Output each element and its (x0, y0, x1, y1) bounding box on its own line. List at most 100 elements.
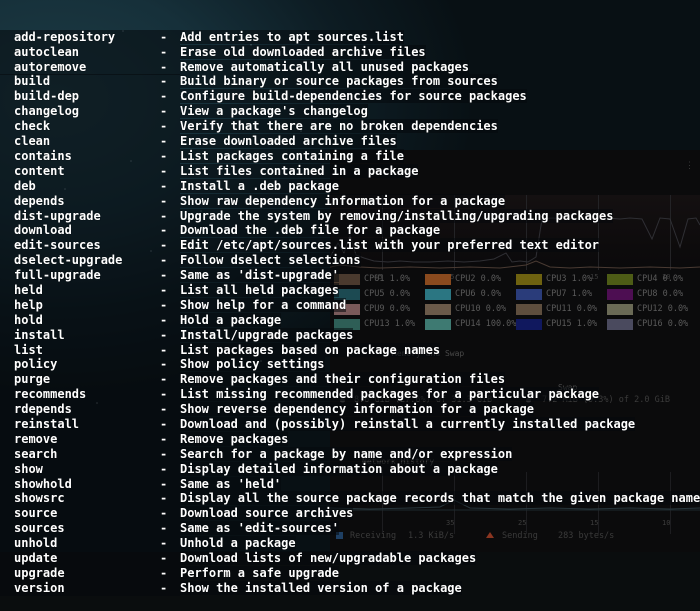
apt-command-description: Install a .deb package (180, 178, 339, 193)
terminal-line: autoremove - Remove automatically all unu… (0, 59, 700, 75)
apt-command-name: showsrc (0, 491, 160, 507)
apt-command-description: Download the .deb file for a package (180, 223, 441, 238)
apt-command-name: held (0, 282, 160, 298)
apt-command-description: Unhold a package (180, 536, 296, 551)
apt-command-description: Show policy settings (180, 357, 325, 372)
apt-command-description: Follow dselect selections (180, 253, 361, 268)
apt-command-description: Configure build-dependencies for source … (180, 89, 527, 104)
apt-command-name: download (0, 223, 160, 239)
apt-command-description: Display detailed information about a pac… (180, 461, 498, 476)
apt-command-description: Show reverse dependency information for … (180, 402, 535, 417)
separator-dash: - (160, 372, 180, 388)
separator-dash: - (160, 446, 180, 462)
apt-command-description: Display all the source package records t… (180, 491, 700, 506)
apt-command-name: update (0, 550, 160, 566)
apt-command-description: Show raw dependency information for a pa… (180, 193, 506, 208)
terminal-line: source - Download source archives (0, 506, 700, 522)
apt-command-description: Perform a safe upgrade (180, 565, 339, 580)
separator-dash: - (160, 89, 180, 105)
separator-dash: - (160, 238, 180, 254)
terminal-line: download - Download the .deb file for a p… (0, 223, 700, 239)
apt-command-description: Show the installed version of a package (180, 580, 462, 595)
apt-command-name: add-repository (0, 29, 160, 45)
terminal-command-list: add-repository - Add entries to apt sourc… (0, 29, 700, 596)
apt-command-name: depends (0, 193, 160, 209)
terminal-line: full-upgrade - Same as 'dist-upgrade' (0, 268, 700, 283)
separator-dash: - (160, 268, 180, 283)
apt-command-name: reinstall (0, 416, 160, 432)
apt-command-name: build-dep (0, 89, 160, 105)
apt-command-description: Remove automatically all unused packages (180, 59, 469, 74)
terminal-line: help - Show help for a command (0, 297, 700, 313)
separator-dash: - (160, 521, 180, 537)
apt-command-description: Hold a package (180, 312, 282, 327)
terminal-line: purge - Remove packages and their configu… (0, 372, 700, 388)
terminal-line: depends - Show raw dependency information… (0, 193, 700, 209)
terminal-line: reinstall - Download and (possibly) reins… (0, 416, 700, 432)
separator-dash: - (160, 29, 180, 45)
terminal-line: update - Download lists of new/upgradable… (0, 550, 700, 566)
separator-dash: - (160, 387, 180, 403)
terminal-line: install - Install/upgrade packages (0, 327, 700, 343)
apt-command-name: dselect-upgrade (0, 253, 160, 269)
terminal-line: showhold - Same as 'held' (0, 476, 700, 492)
separator-dash: - (160, 357, 180, 373)
apt-command-description: Download source archives (180, 506, 354, 521)
terminal-line: add-repository - Add entries to apt sourc… (0, 29, 700, 45)
terminal-line: policy - Show policy settings (0, 357, 700, 373)
terminal-line: show - Display detailed information about… (0, 461, 700, 477)
terminal-line: changelog - View a package's changelog (0, 104, 700, 120)
apt-command-description: Download and (possibly) reinstall a curr… (180, 416, 636, 431)
terminal-line: check - Verify that there are no broken d… (0, 119, 700, 135)
apt-command-description: Same as 'edit-sources' (180, 521, 339, 536)
apt-command-name: contains (0, 148, 160, 164)
apt-command-description: View a package's changelog (180, 104, 368, 119)
terminal-line: unhold - Unhold a package (0, 536, 700, 551)
separator-dash: - (160, 178, 180, 194)
separator-dash: - (160, 134, 180, 149)
terminal-line: sources - Same as 'edit-sources' (0, 521, 700, 537)
terminal-line: contains - List packages containing a fil… (0, 148, 700, 164)
terminal-line: clean - Erase downloaded archive files (0, 134, 700, 149)
apt-command-description: List files contained in a package (180, 163, 419, 178)
apt-command-description: Upgrade the system by removing/installin… (180, 208, 614, 223)
apt-command-description: Same as 'held' (180, 476, 282, 491)
apt-command-description: Erase old downloaded archive files (180, 44, 426, 59)
apt-command-name: changelog (0, 104, 160, 120)
terminal-line: list - List packages based on package nam… (0, 342, 700, 358)
separator-dash: - (160, 431, 180, 447)
apt-command-description: Search for a package by name and/or expr… (180, 446, 513, 461)
separator-dash: - (160, 104, 180, 120)
apt-command-description: Install/upgrade packages (180, 327, 354, 342)
separator-dash: - (160, 536, 180, 551)
terminal-line: hold - Hold a package (0, 312, 700, 328)
separator-dash: - (160, 223, 180, 239)
terminal-line: edit-sources - Edit /etc/apt/sources.list… (0, 238, 700, 254)
apt-command-description: List missing recommended packages for a … (180, 387, 600, 402)
separator-dash: - (160, 253, 180, 269)
apt-command-name: autoremove (0, 59, 160, 75)
terminal-line: content - List files contained in a packa… (0, 163, 700, 179)
separator-dash: - (160, 193, 180, 209)
terminal-line: search - Search for a package by name and… (0, 446, 700, 462)
apt-command-name: clean (0, 134, 160, 149)
apt-command-name: upgrade (0, 565, 160, 581)
terminal-line: upgrade - Perform a safe upgrade (0, 565, 700, 581)
apt-command-description: List all held packages (180, 282, 339, 297)
apt-command-name: hold (0, 312, 160, 328)
apt-command-description: Download lists of new/upgradable package… (180, 550, 477, 565)
terminal-line: showsrc - Display all the source package … (0, 491, 700, 507)
separator-dash: - (160, 402, 180, 417)
separator-dash: - (160, 297, 180, 313)
apt-command-name: deb (0, 178, 160, 194)
separator-dash: - (160, 476, 180, 492)
apt-command-name: edit-sources (0, 238, 160, 254)
separator-dash: - (160, 416, 180, 432)
terminal-output[interactable]: add-repository - Add entries to apt sourc… (0, 0, 700, 596)
separator-dash: - (160, 163, 180, 179)
apt-command-description: Build binary or source packages from sou… (180, 74, 498, 89)
apt-command-description: Show help for a command (180, 297, 347, 312)
apt-command-name: help (0, 297, 160, 313)
apt-command-name: policy (0, 357, 160, 373)
apt-command-description: Remove packages (180, 431, 289, 446)
